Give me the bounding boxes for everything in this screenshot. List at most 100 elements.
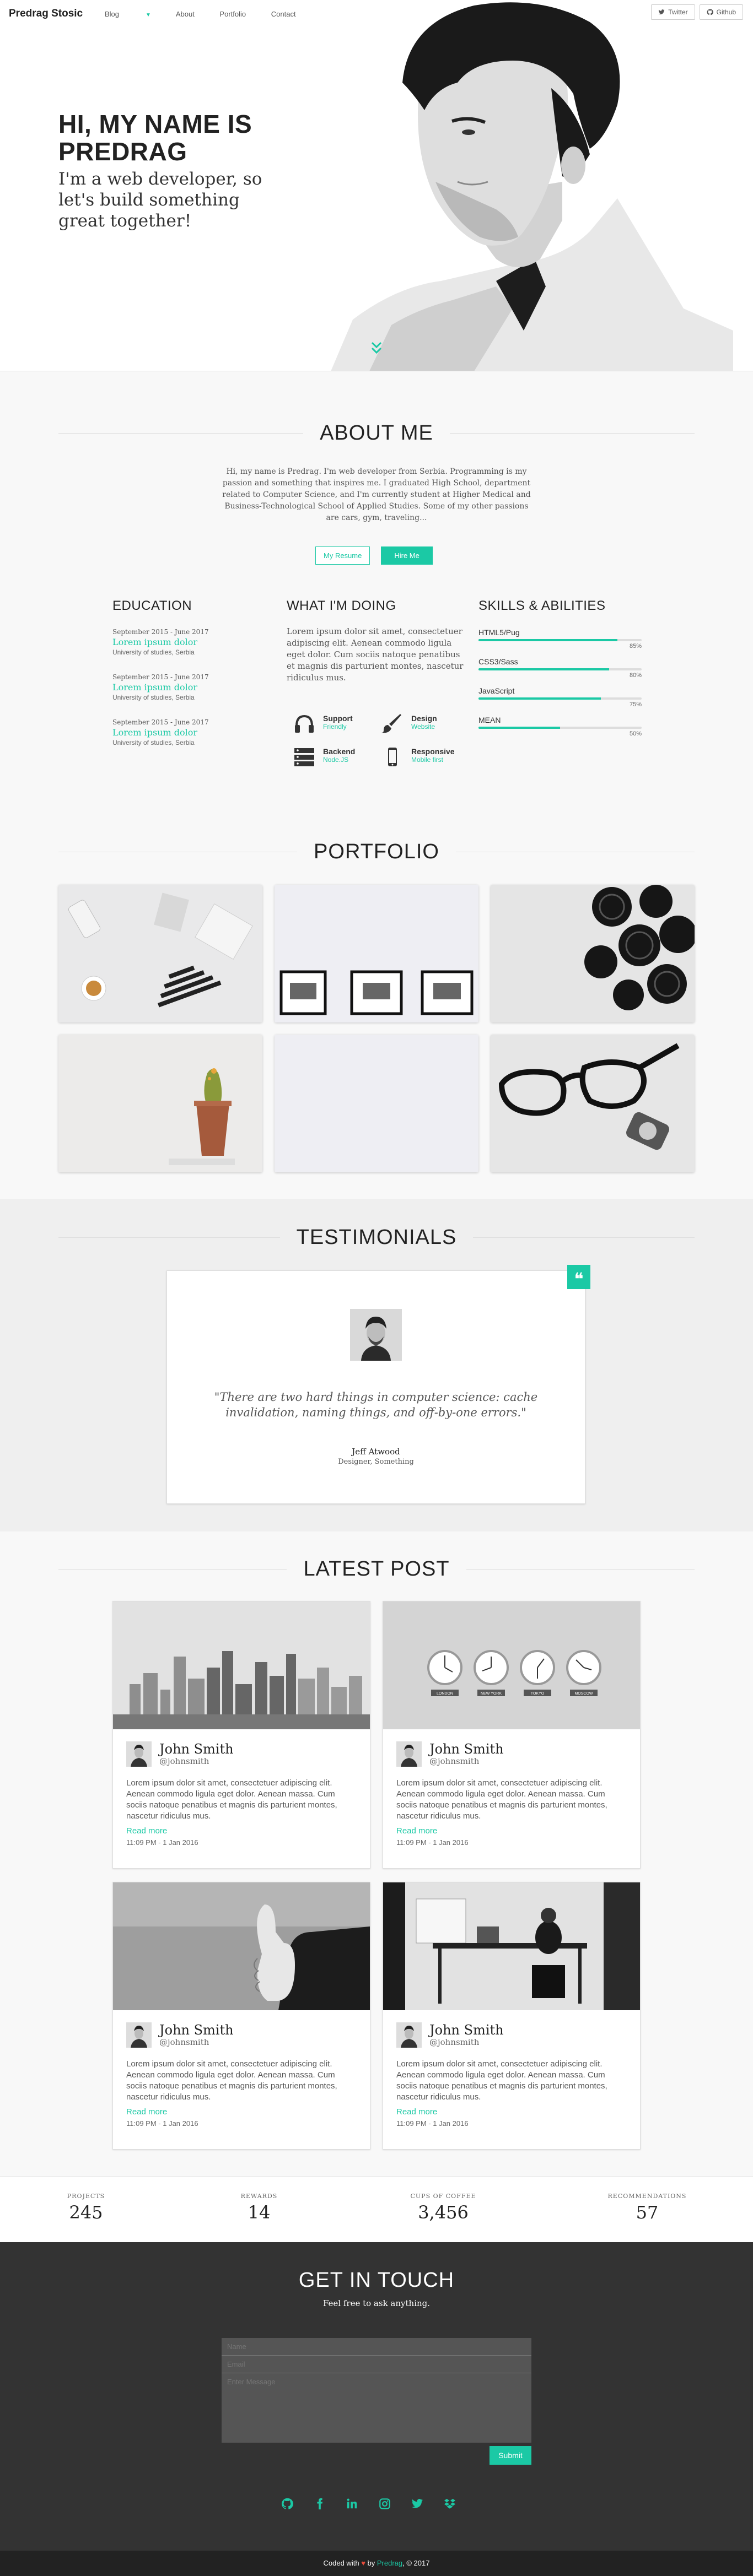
- dropbox-icon[interactable]: [443, 2497, 457, 2511]
- post-card[interactable]: LONDON NEW YORK TOKYO MOSCOW John Smith @…: [383, 1601, 641, 1869]
- avatar: [396, 2022, 422, 2048]
- server-icon: [294, 748, 314, 766]
- post-date: 11:09 PM - 1 Jan 2016: [126, 1838, 198, 1847]
- post-author-name: John Smith: [429, 1741, 504, 1757]
- stat-value: 57: [636, 2202, 659, 2223]
- message-field[interactable]: [222, 2373, 531, 2439]
- contact-form: [222, 2338, 531, 2443]
- skill-item: HTML5/Pug 85%: [478, 628, 642, 650]
- portfolio-item-lenses[interactable]: [491, 885, 695, 1022]
- twitter-icon: [658, 9, 665, 15]
- clock-label-tokyo: TOKYO: [531, 1692, 545, 1696]
- post-author-name: John Smith: [159, 2022, 234, 2038]
- portfolio-image: [491, 885, 695, 1022]
- post-image: LONDON NEW YORK TOKYO MOSCOW: [383, 1601, 640, 1729]
- github-icon[interactable]: [280, 2497, 294, 2511]
- facebook-icon[interactable]: [313, 2497, 327, 2511]
- avatar: [126, 2022, 152, 2048]
- read-more-link[interactable]: Read more: [126, 1826, 167, 1836]
- portfolio-image: [491, 1035, 695, 1172]
- clock-label-moscow: MOSCOW: [574, 1692, 593, 1696]
- portfolio-section-title: PORTFOLIO: [58, 841, 695, 863]
- feature-support: Support Friendly: [293, 714, 381, 734]
- read-more-link[interactable]: Read more: [126, 2107, 167, 2117]
- chevron-down-icon: ▼: [146, 12, 151, 18]
- portfolio-title: PORTFOLIO: [297, 841, 456, 863]
- post-card[interactable]: John Smith @johnsmith Lorem ipsum dolor s…: [112, 1601, 370, 1869]
- testimonials-section-title: TESTIMONIALS: [58, 1226, 695, 1248]
- nav-link-about[interactable]: About: [176, 10, 195, 18]
- post-image: [113, 1882, 370, 2010]
- stat-cups-of-coffee: CUPS OF COFFEE 3,456: [388, 2193, 498, 2223]
- twitter-button[interactable]: Twitter: [651, 4, 695, 20]
- feature-grid: Support Friendly Design Website Backend Nod…: [293, 714, 470, 767]
- my-resume-button[interactable]: My Resume: [315, 546, 370, 565]
- skill-item: CSS3/Sass 80%: [478, 657, 642, 679]
- feature-backend: Backend Node.JS: [293, 747, 381, 767]
- submit-button[interactable]: Submit: [490, 2446, 531, 2465]
- post-body: Lorem ipsum dolor sit amet, consectetuer…: [396, 1778, 607, 1821]
- feature-sub: Friendly: [323, 723, 347, 730]
- quote-icon: ❝: [567, 1265, 590, 1290]
- headphones-icon: [295, 715, 314, 733]
- instagram-icon[interactable]: [378, 2497, 392, 2511]
- nav-link-portfolio[interactable]: Portfolio: [219, 10, 246, 18]
- post-author-name: John Smith: [159, 1741, 234, 1757]
- brand-logo[interactable]: Predrag Stosic: [9, 8, 83, 20]
- education-date: September 2015 - June 2017: [112, 628, 209, 636]
- footer-author-link[interactable]: Predrag: [377, 2559, 402, 2567]
- nav-social-buttons: Twitter Github: [651, 4, 743, 20]
- twitter-icon[interactable]: [410, 2497, 424, 2511]
- skill-progress-bar: [478, 697, 642, 700]
- post-author: John Smith @johnsmith: [396, 1741, 504, 1767]
- github-button-label: Github: [716, 8, 736, 16]
- nav-link-blog[interactable]: Blog ▼: [105, 10, 151, 18]
- nav-link-contact[interactable]: Contact: [271, 10, 296, 18]
- feature-design: Design Website: [381, 714, 470, 734]
- portfolio-image: [275, 885, 478, 1022]
- portfolio-item-frames[interactable]: [275, 885, 478, 1022]
- portfolio-item-cactus[interactable]: [58, 1035, 262, 1172]
- email-field[interactable]: [222, 2356, 531, 2373]
- portfolio-item-wall[interactable]: [275, 1035, 478, 1172]
- post-author: John Smith @johnsmith: [126, 2022, 234, 2048]
- github-button[interactable]: Github: [699, 4, 743, 20]
- posts-section-title: LATEST POST: [58, 1558, 695, 1580]
- hire-me-button[interactable]: Hire Me: [381, 546, 433, 565]
- skills-title: SKILLS & ABILITIES: [478, 598, 606, 613]
- twitter-button-label: Twitter: [668, 8, 688, 16]
- post-card[interactable]: John Smith @johnsmith Lorem ipsum dolor s…: [112, 1882, 370, 2150]
- post-author: John Smith @johnsmith: [126, 1741, 234, 1767]
- feature-responsive: Responsive Mobile first: [381, 747, 470, 767]
- skill-percent: 85%: [629, 643, 642, 650]
- clock-label-new-york: NEW YORK: [481, 1692, 502, 1696]
- scroll-down-icon[interactable]: [369, 340, 384, 357]
- linkedin-icon[interactable]: [345, 2497, 359, 2511]
- post-card[interactable]: John Smith @johnsmith Lorem ipsum dolor s…: [383, 1882, 641, 2150]
- portfolio-image: [58, 1035, 262, 1172]
- stat-recommendations: RECOMMENDATIONS 57: [592, 2193, 702, 2223]
- skill-percent: 50%: [629, 730, 642, 737]
- testimonial-card: [166, 1270, 585, 1504]
- education-title-link[interactable]: Lorem ipsum dolor: [112, 682, 245, 692]
- education-school: University of studies, Serbia: [112, 694, 195, 701]
- education-title: EDUCATION: [112, 598, 192, 613]
- posts-title: LATEST POST: [287, 1558, 466, 1580]
- stat-projects: PROJECTS 245: [31, 2193, 141, 2223]
- hero-text-block: HI, MY NAME IS PREDRAG I'm a web develop…: [58, 110, 279, 231]
- heart-icon: ♥: [361, 2559, 365, 2567]
- name-field[interactable]: [222, 2338, 531, 2356]
- portfolio-item-desk[interactable]: [58, 885, 262, 1022]
- portfolio-item-glasses[interactable]: [491, 1035, 695, 1172]
- stat-label: RECOMMENDATIONS: [607, 2193, 687, 2200]
- avatar: [126, 1741, 152, 1767]
- contact-subtitle: Feel free to ask anything.: [322, 2298, 431, 2308]
- read-more-link[interactable]: Read more: [396, 1826, 437, 1836]
- portfolio-image: [275, 1035, 478, 1172]
- education-title-link[interactable]: Lorem ipsum dolor: [112, 637, 245, 647]
- education-title-link[interactable]: Lorem ipsum dolor: [112, 727, 245, 738]
- post-image: [383, 1882, 640, 2010]
- about-text: Hi, my name is Predrag. I'm web develope…: [222, 467, 531, 522]
- read-more-link[interactable]: Read more: [396, 2107, 437, 2117]
- testimonial-quote: "There are two hard things in computer s…: [214, 1390, 538, 1419]
